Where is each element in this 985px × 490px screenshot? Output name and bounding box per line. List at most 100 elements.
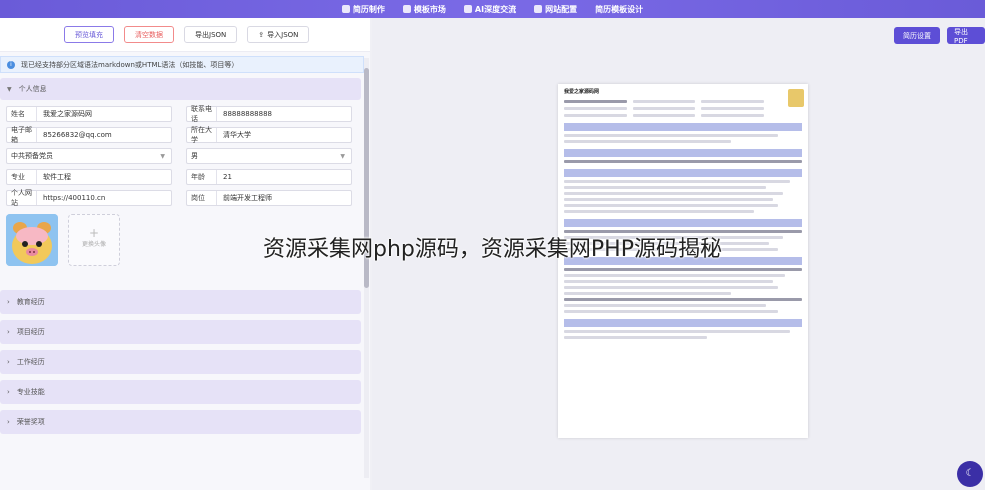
email-field[interactable]: 电子邮箱 85266832@qq.com xyxy=(6,126,172,144)
section-education[interactable]: › 教育经历 xyxy=(0,290,361,314)
nav-item-templates[interactable]: 模板市场 xyxy=(402,4,446,15)
text-line xyxy=(564,140,731,143)
export-json-button[interactable]: 导出JSON xyxy=(184,26,238,43)
major-field[interactable]: 专业 软件工程 xyxy=(6,169,172,185)
editor-scrollbar[interactable] xyxy=(364,58,369,478)
chevron-right-icon: › xyxy=(7,298,10,306)
overlay-title: 资源采集网php源码，资源采集网PHP源码揭秘 xyxy=(263,237,722,262)
text-line xyxy=(564,280,774,283)
text-line xyxy=(564,160,802,163)
text-line xyxy=(564,134,779,137)
notice-banner: i 现已经支持部分区域语法markdown或HTML语法（如技能、项目等） xyxy=(0,56,364,73)
field-label: 所在大学 xyxy=(187,126,217,144)
section-title: 项目经历 xyxy=(16,328,45,336)
field-label: 联系电话 xyxy=(187,105,217,123)
select-value: 中共预备党员 xyxy=(11,152,53,160)
text-line xyxy=(564,304,767,307)
moon-icon: ☾ xyxy=(965,468,975,479)
template-icon xyxy=(402,5,411,13)
resume-section-header xyxy=(564,169,802,177)
field-value: 软件工程 xyxy=(43,173,71,181)
chevron-down-icon: ▼ xyxy=(7,85,12,93)
field-label: 个人网站 xyxy=(7,189,37,207)
field-value: 21 xyxy=(223,173,232,181)
school-field[interactable]: 所在大学 清华大学 xyxy=(186,126,352,144)
notice-text: 现已经支持部分区域语法markdown或HTML语法（如技能、项目等） xyxy=(21,60,239,69)
field-value: 88888888888 xyxy=(223,110,272,118)
text-line xyxy=(564,198,774,201)
field-value: https://400110.cn xyxy=(43,194,106,202)
text-line xyxy=(564,330,791,333)
resume-settings-button[interactable]: 简历设置 xyxy=(894,27,940,44)
nav-item-template-design[interactable]: 简历模板设计 xyxy=(595,4,643,15)
export-pdf-button[interactable]: 导出PDF xyxy=(947,27,985,45)
text-line xyxy=(564,336,707,339)
field-value: 我爱之家源码网 xyxy=(43,110,92,118)
chevron-down-icon: ▼ xyxy=(160,152,165,160)
field-label: 岗位 xyxy=(187,191,217,205)
text-line xyxy=(564,268,802,271)
field-value: 前端开发工程师 xyxy=(223,194,272,202)
text-line xyxy=(564,180,791,183)
chevron-right-icon: › xyxy=(7,418,10,426)
resume-section-header xyxy=(564,149,802,157)
preview-fill-button[interactable]: 预览填充 xyxy=(64,26,114,43)
age-field[interactable]: 年龄 21 xyxy=(186,169,352,185)
settings-icon xyxy=(534,5,543,13)
name-field[interactable]: 姓名 我爱之家源码网 xyxy=(6,106,172,122)
text-line xyxy=(564,107,627,110)
nav-label: 模板市场 xyxy=(413,4,446,14)
ai-icon xyxy=(463,5,472,13)
top-nav: 简历制作 模板市场 AI深度交流 网站配置 简历模板设计 xyxy=(0,0,985,18)
section-title: 工作经历 xyxy=(16,358,45,366)
upload-icon: ⇪ xyxy=(258,30,265,39)
text-line xyxy=(701,114,764,117)
theme-toggle-button[interactable]: ☾ xyxy=(957,461,983,487)
politics-select[interactable]: 中共预备党员 ▼ xyxy=(6,148,172,164)
text-line xyxy=(564,114,627,117)
field-label: 电子邮箱 xyxy=(7,126,37,144)
field-value: 85266832@qq.com xyxy=(43,131,112,139)
nav-item-ai[interactable]: AI深度交流 xyxy=(463,4,517,15)
text-line xyxy=(701,107,764,110)
nav-item-site-config[interactable]: 网站配置 xyxy=(534,4,577,15)
nav-item-resume[interactable]: 简历制作 xyxy=(341,4,385,15)
clear-data-button[interactable]: 清空数据 xyxy=(124,26,174,43)
nav-label: AI深度交流 xyxy=(474,4,517,14)
field-label: 年龄 xyxy=(187,170,217,184)
website-field[interactable]: 个人网站 https://400110.cn xyxy=(6,189,172,207)
editor-toolbar: 预览填充 清空数据 导出JSON ⇪ 导入JSON xyxy=(0,18,370,52)
info-icon: i xyxy=(7,60,15,69)
text-line xyxy=(632,100,696,103)
phone-field[interactable]: 联系电话 88888888888 xyxy=(186,105,352,123)
text-line xyxy=(632,107,696,110)
resume-photo xyxy=(788,89,804,107)
resume-section-header xyxy=(564,219,802,227)
text-line xyxy=(564,298,802,301)
field-label: 姓名 xyxy=(7,107,37,121)
text-line xyxy=(564,192,783,195)
nav-label: 简历制作 xyxy=(352,4,385,14)
text-line xyxy=(564,286,779,289)
position-field[interactable]: 岗位 前端开发工程师 xyxy=(186,190,352,206)
import-json-button[interactable]: ⇪ 导入JSON xyxy=(247,26,310,43)
text-line xyxy=(701,100,764,103)
gender-select[interactable]: 男 ▼ xyxy=(186,148,352,164)
chevron-down-icon: ▼ xyxy=(340,152,345,160)
resume-name: 我爱之家源码网 xyxy=(564,89,600,95)
section-skills[interactable]: › 专业技能 xyxy=(0,380,361,404)
nav-label: 简历模板设计 xyxy=(595,4,644,14)
text-line xyxy=(564,274,786,277)
section-title: 教育经历 xyxy=(16,298,45,306)
section-work[interactable]: › 工作经历 xyxy=(0,350,361,374)
text-line xyxy=(564,100,627,103)
text-line xyxy=(564,204,779,207)
section-title: 荣誉奖项 xyxy=(16,418,45,426)
section-awards[interactable]: › 荣誉奖项 xyxy=(0,410,361,434)
section-projects[interactable]: › 项目经历 xyxy=(0,320,361,344)
text-line xyxy=(564,210,755,213)
section-title: 专业技能 xyxy=(16,388,45,396)
text-line xyxy=(564,310,779,313)
section-personal-info[interactable]: ▼ 个人信息 xyxy=(0,78,361,100)
text-line xyxy=(564,292,731,295)
